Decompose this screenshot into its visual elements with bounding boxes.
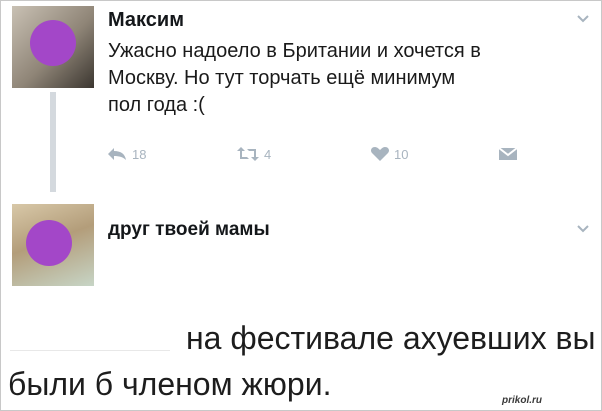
- tweet-author-name[interactable]: Максим: [108, 9, 184, 32]
- tweet-text: Ужасно надоело в Британии и хочется в Мо…: [108, 38, 588, 119]
- reply-author-name[interactable]: друг твоей мамы: [108, 219, 270, 241]
- tweet-text-line: Москву. Но тут торчать ещё минимум: [108, 67, 456, 89]
- retweet-button[interactable]: 4: [236, 146, 271, 162]
- tweet-text-line: пол года :(: [108, 94, 205, 116]
- reply-caption-line: были б членом жюри.: [8, 366, 332, 402]
- direct-message-button[interactable]: [498, 146, 518, 162]
- avatar-redaction: [26, 220, 72, 266]
- heart-icon: [371, 147, 389, 161]
- divider: [10, 350, 170, 351]
- retweet-icon: [237, 147, 259, 161]
- reply-button[interactable]: 18: [106, 146, 146, 162]
- watermark: prikol.ru: [502, 395, 543, 406]
- direct-message-icon: [498, 147, 518, 160]
- chevron-down-icon[interactable]: [576, 224, 590, 234]
- avatar-maksim[interactable]: [12, 6, 94, 88]
- like-count: 10: [394, 146, 409, 162]
- reply-caption-line: на фестивале ахуевших вы: [186, 320, 596, 356]
- reply-count: 18: [132, 146, 147, 162]
- chevron-down-icon[interactable]: [576, 14, 590, 24]
- tweet-actions: 18 4 10: [100, 146, 540, 166]
- tweet-text-line: Ужасно надоело в Британии и хочется в: [108, 40, 481, 62]
- reply-icon: [108, 148, 126, 160]
- retweet-count: 4: [264, 146, 272, 162]
- avatar-reply-user[interactable]: [12, 204, 94, 286]
- avatar-redaction: [30, 20, 76, 66]
- thread-connector-line: [50, 92, 56, 192]
- like-button[interactable]: 10: [370, 146, 408, 162]
